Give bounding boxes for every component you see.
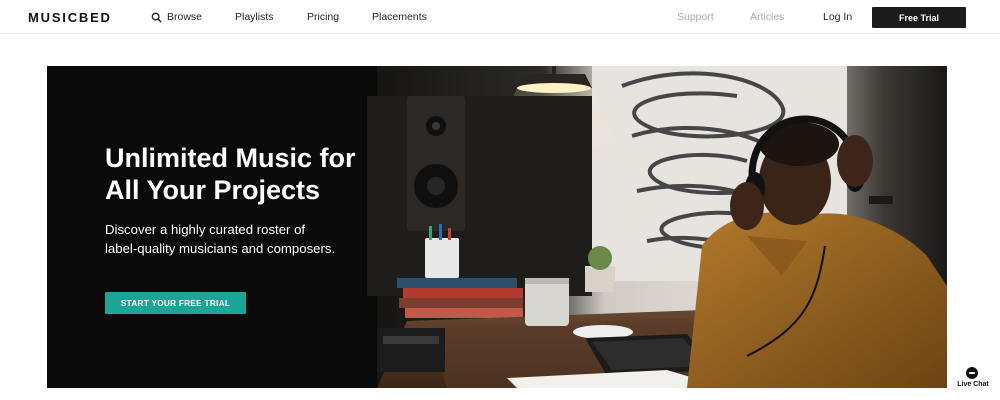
nav-support[interactable]: Support	[677, 11, 714, 23]
hero-title-line-1: Unlimited Music for	[105, 143, 356, 173]
hero-title-line-2: All Your Projects	[105, 175, 321, 205]
nav-browse[interactable]: Browse	[167, 11, 202, 23]
start-free-trial-button[interactable]: START YOUR FREE TRIAL	[105, 292, 246, 314]
chat-icon[interactable]	[966, 367, 978, 379]
nav-placements[interactable]: Placements	[372, 11, 427, 23]
hero-subtitle-line-2: label-quality musicians and composers.	[105, 241, 336, 256]
live-chat-widget[interactable]: Live Chat	[952, 367, 994, 395]
hero-banner: Unlimited Music for All Your Projects Di…	[47, 66, 947, 388]
live-chat-label[interactable]: Live Chat	[952, 381, 994, 388]
search-icon[interactable]	[151, 12, 162, 23]
top-navigation: MUSICBED Browse Playlists Pricing Placem…	[0, 0, 1000, 34]
hero-title: Unlimited Music for All Your Projects	[105, 142, 465, 206]
hero-subtitle-line-1: Discover a highly curated roster of	[105, 222, 306, 237]
musicbed-logo[interactable]: MUSICBED	[28, 10, 112, 25]
hero-subtitle: Discover a highly curated roster of labe…	[105, 220, 425, 258]
free-trial-button[interactable]: Free Trial	[872, 7, 966, 28]
nav-articles[interactable]: Articles	[750, 11, 784, 23]
login-link[interactable]: Log In	[823, 11, 852, 23]
nav-playlists[interactable]: Playlists	[235, 11, 274, 23]
nav-pricing[interactable]: Pricing	[307, 11, 339, 23]
